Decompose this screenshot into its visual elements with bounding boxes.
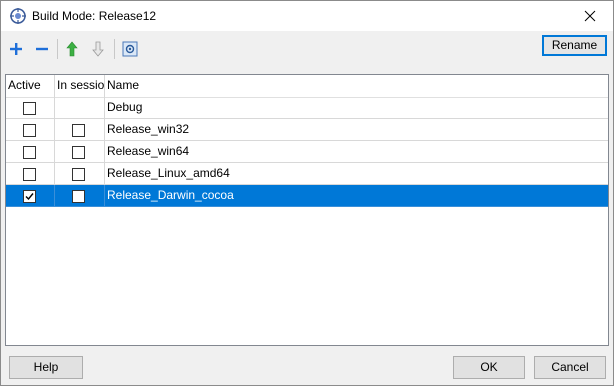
active-cell (6, 185, 55, 207)
table-row[interactable]: Release_win64 (6, 141, 608, 163)
move-down-button[interactable] (87, 38, 109, 60)
cancel-button[interactable]: Cancel (534, 356, 606, 379)
arrow-down-icon (92, 41, 104, 57)
column-header-in-session[interactable]: In sessio (55, 75, 105, 97)
minus-icon (36, 47, 48, 51)
active-checkbox-checked[interactable] (23, 190, 36, 203)
title-bar: Build Mode: Release12 (1, 1, 613, 31)
build-mode-dialog: Build Mode: Release12 Rename Active In s… (0, 0, 614, 386)
table-row-selected[interactable]: Release_Darwin_cocoa (6, 185, 608, 207)
build-mode-name[interactable]: Release_Darwin_cocoa (105, 185, 608, 207)
table-row[interactable]: Debug (6, 97, 608, 119)
in-session-cell (55, 163, 105, 185)
window-title: Build Mode: Release12 (32, 9, 157, 23)
in-session-checkbox[interactable] (72, 190, 85, 203)
build-mode-name[interactable]: Release_win64 (105, 141, 608, 163)
lazarus-app-icon (9, 7, 27, 25)
rename-button[interactable]: Rename (542, 35, 607, 56)
in-session-checkbox[interactable] (72, 124, 85, 137)
build-mode-name[interactable]: Release_Linux_amd64 (105, 163, 608, 185)
toolbar-separator (114, 39, 115, 59)
active-checkbox[interactable] (23, 124, 36, 137)
in-session-cell (55, 141, 105, 163)
move-up-button[interactable] (61, 38, 83, 60)
active-checkbox[interactable] (23, 102, 36, 115)
build-mode-name[interactable]: Debug (105, 97, 608, 119)
active-checkbox[interactable] (23, 168, 36, 181)
active-checkbox[interactable] (23, 146, 36, 159)
in-session-checkbox[interactable] (72, 146, 85, 159)
build-modes-grid: Active In sessio Name Debug Release_win3… (5, 74, 609, 346)
close-icon (584, 10, 596, 22)
plus-icon (10, 43, 22, 55)
active-cell (6, 97, 55, 119)
toolbar (1, 33, 613, 67)
close-button[interactable] (567, 1, 613, 31)
add-button[interactable] (5, 38, 27, 60)
active-cell (6, 119, 55, 141)
remove-button[interactable] (31, 38, 53, 60)
grid-header: Active In sessio Name (6, 75, 608, 98)
checkmark-icon (25, 193, 34, 201)
in-session-checkbox[interactable] (72, 168, 85, 181)
compiler-options-button[interactable] (119, 38, 141, 60)
ok-button[interactable]: OK (453, 356, 525, 379)
help-button[interactable]: Help (9, 356, 83, 379)
in-session-cell (55, 185, 105, 207)
settings-dialog-icon (122, 41, 138, 57)
column-header-name[interactable]: Name (105, 75, 608, 97)
active-cell (6, 163, 55, 185)
active-cell (6, 141, 55, 163)
table-row[interactable]: Release_Linux_amd64 (6, 163, 608, 185)
in-session-cell (55, 119, 105, 141)
column-header-active[interactable]: Active (6, 75, 55, 97)
build-mode-name[interactable]: Release_win32 (105, 119, 608, 141)
toolbar-separator (57, 39, 58, 59)
in-session-cell (55, 97, 105, 119)
table-row[interactable]: Release_win32 (6, 119, 608, 141)
arrow-up-icon (66, 41, 78, 57)
